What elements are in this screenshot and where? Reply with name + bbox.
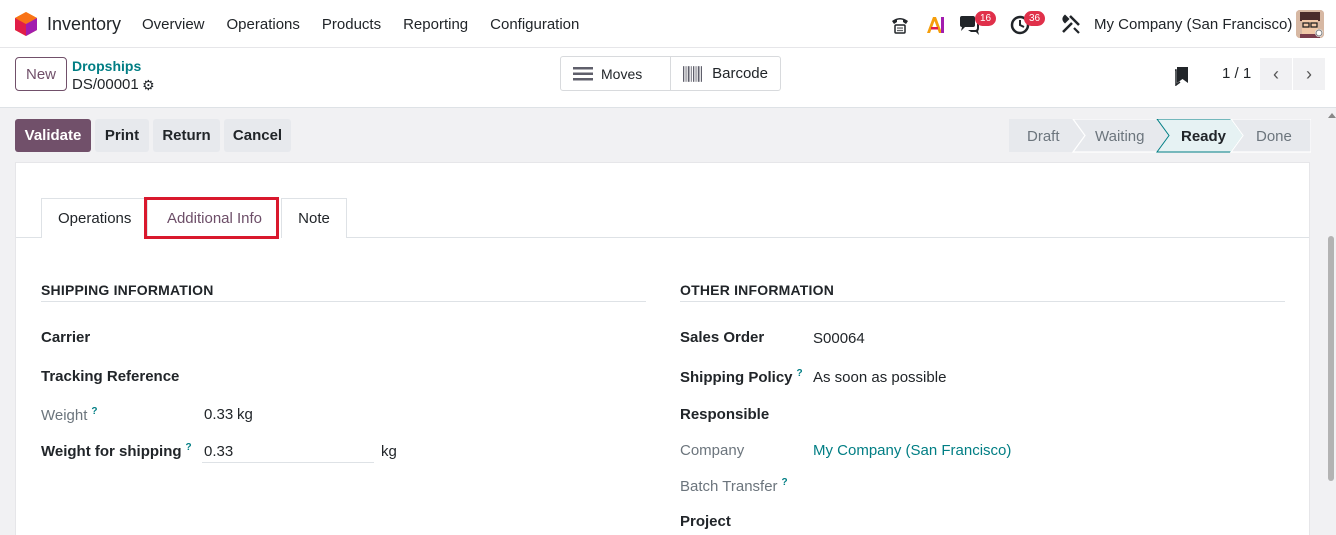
- top-navbar: Inventory Overview Operations Products R…: [0, 0, 1336, 48]
- tracking-reference-label: Tracking Reference: [41, 368, 180, 385]
- help-icon[interactable]: ?: [797, 368, 803, 379]
- help-icon[interactable]: ?: [186, 442, 192, 453]
- breadcrumb-dropships[interactable]: Dropships: [72, 58, 141, 74]
- weight-for-shipping-label-text: Weight for shipping: [41, 443, 182, 460]
- activities-badge: 36: [1024, 11, 1046, 26]
- moves-label: Moves: [601, 65, 643, 82]
- sales-order-value: S00064: [813, 330, 865, 347]
- control-panel: New Dropships DS/00001 ⚙ Moves Barcode 1…: [0, 48, 1336, 108]
- stage-done-label: Done: [1256, 128, 1292, 145]
- smart-buttons: Moves Barcode: [560, 56, 781, 91]
- moves-smart-button[interactable]: Moves: [561, 57, 670, 90]
- barcode-label: Barcode: [712, 65, 768, 82]
- messages-badge: 16: [975, 11, 997, 26]
- barcode-smart-button[interactable]: Barcode: [670, 57, 780, 90]
- company-link[interactable]: My Company (San Francisco): [813, 442, 1011, 459]
- weight-for-shipping-underline: [202, 462, 374, 463]
- responsible-label: Responsible: [680, 406, 770, 423]
- menu-item-configuration[interactable]: Configuration: [490, 16, 579, 33]
- shipping-policy-label-text: Shipping Policy: [680, 369, 793, 386]
- help-icon[interactable]: ?: [91, 406, 97, 417]
- shipping-policy-label: Shipping Policy?: [680, 368, 803, 386]
- tab-operations[interactable]: Operations: [41, 198, 148, 238]
- weight-for-shipping-input[interactable]: 0.33: [204, 443, 233, 460]
- return-button[interactable]: Return: [153, 119, 220, 152]
- status-bar: Draft Waiting Ready Done: [1009, 119, 1311, 153]
- menu-item-operations[interactable]: Operations: [227, 16, 300, 33]
- other-section-title: OTHER INFORMATION: [680, 282, 835, 298]
- new-button[interactable]: New: [15, 57, 67, 91]
- menu-item-overview[interactable]: Overview: [142, 16, 205, 33]
- menu-item-reporting[interactable]: Reporting: [403, 16, 468, 33]
- page-scrollbar[interactable]: [1328, 236, 1334, 481]
- inventory-app-icon[interactable]: [15, 12, 37, 36]
- barcode-icon: [683, 65, 703, 82]
- carrier-label: Carrier: [41, 329, 91, 346]
- app-name[interactable]: Inventory: [47, 14, 121, 35]
- cancel-button[interactable]: Cancel: [224, 119, 291, 152]
- scroll-up-arrow[interactable]: [1328, 113, 1336, 118]
- company-switcher[interactable]: My Company (San Francisco): [1094, 16, 1292, 33]
- main-menu: Overview Operations Products Reporting C…: [142, 16, 601, 33]
- phone-icon[interactable]: [889, 13, 911, 35]
- batch-transfer-label-text: Batch Transfer: [680, 478, 778, 495]
- gear-icon[interactable]: ⚙: [142, 77, 155, 94]
- list-icon: [573, 66, 593, 80]
- weight-for-shipping-unit: kg: [381, 443, 397, 460]
- batch-transfer-label: Batch Transfer?: [680, 477, 788, 495]
- pager-previous-button[interactable]: ‹: [1260, 58, 1292, 90]
- project-label: Project: [680, 513, 731, 530]
- stage-ready-label: Ready: [1181, 128, 1227, 145]
- shipping-section-rule: [41, 301, 646, 302]
- pager-next-button[interactable]: ›: [1293, 58, 1325, 90]
- bookmark-icon[interactable]: [1174, 66, 1190, 86]
- other-section-rule: [680, 301, 1285, 302]
- weight-unit: kg: [237, 406, 253, 423]
- form-sheet: Operations Additional Info Note SHIPPING…: [15, 162, 1310, 535]
- weight-label-text: Weight: [41, 407, 88, 424]
- validate-button[interactable]: Validate: [15, 119, 91, 152]
- debug-tools-icon[interactable]: [1060, 13, 1082, 35]
- print-button[interactable]: Print: [95, 119, 149, 152]
- weight-label: Weight?: [41, 406, 98, 424]
- sales-order-label: Sales Order: [680, 329, 765, 346]
- stage-waiting-label: Waiting: [1095, 128, 1144, 145]
- weight-for-shipping-label: Weight for shipping?: [41, 442, 192, 460]
- record-name: DS/00001: [72, 76, 139, 93]
- menu-item-products[interactable]: Products: [322, 16, 381, 33]
- tab-note[interactable]: Note: [281, 198, 347, 238]
- shipping-policy-value[interactable]: As soon as possible: [813, 369, 946, 386]
- tab-highlight-box: [144, 197, 279, 239]
- weight-value: 0.33: [204, 406, 234, 423]
- pager-value[interactable]: 1 / 1: [1222, 65, 1251, 82]
- shipping-section-title: SHIPPING INFORMATION: [41, 282, 214, 298]
- help-icon[interactable]: ?: [782, 477, 788, 488]
- stage-draft-label: Draft: [1027, 128, 1060, 145]
- company-label: Company: [680, 442, 745, 459]
- ai-icon[interactable]: [925, 14, 947, 36]
- user-avatar[interactable]: [1296, 10, 1324, 38]
